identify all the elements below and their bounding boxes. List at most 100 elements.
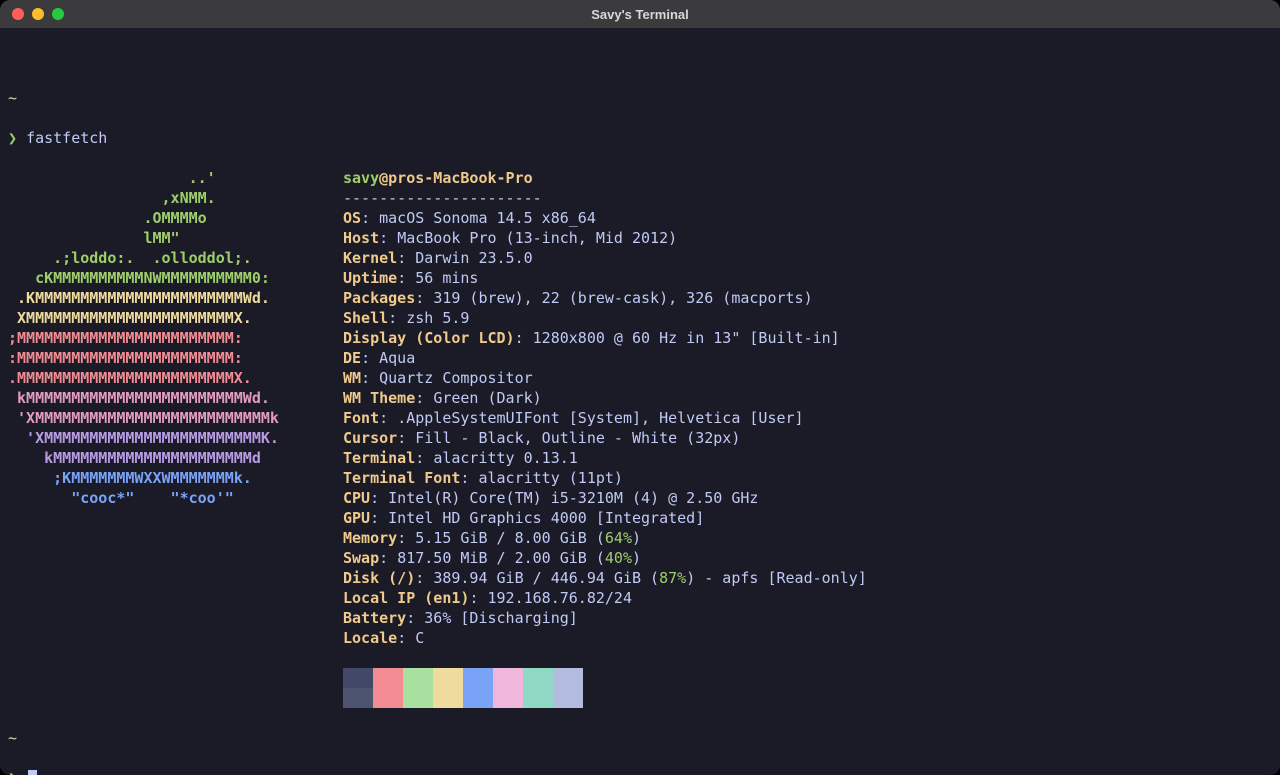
color-swatch: [343, 688, 373, 708]
info-colon: :: [361, 369, 379, 387]
info-row: Display (Color LCD): 1280x800 @ 60 Hz in…: [343, 328, 1272, 348]
color-swatch: [463, 668, 493, 688]
info-colon: :: [415, 449, 433, 467]
info-key: WM Theme: [343, 389, 415, 407]
info-row: OS: macOS Sonoma 14.5 x86_64: [343, 208, 1272, 228]
info-key: DE: [343, 349, 361, 367]
info-value: Intel(R) Core(TM) i5-3210M (4) @ 2.50 GH…: [388, 489, 758, 507]
info-key: CPU: [343, 489, 370, 507]
info-value: C: [415, 629, 424, 647]
hostname: pros-MacBook-Pro: [388, 169, 533, 187]
info-value: 1280x800 @ 60 Hz in 13" [Built-in]: [533, 329, 840, 347]
info-key: Shell: [343, 309, 388, 327]
minimize-button[interactable]: [32, 8, 44, 20]
info-colon: :: [388, 309, 406, 327]
at-symbol: @: [379, 169, 388, 187]
info-key: Memory: [343, 529, 397, 547]
info-value-pre: 389.94 GiB / 446.94 GiB (: [433, 569, 659, 587]
palette-row: [343, 688, 1272, 708]
info-row: Swap: 817.50 MiB / 2.00 GiB (40%): [343, 548, 1272, 568]
info-key: Uptime: [343, 269, 397, 287]
maximize-button[interactable]: [52, 8, 64, 20]
info-header: savy@pros-MacBook-Pro: [343, 168, 1272, 188]
close-button[interactable]: [12, 8, 24, 20]
info-colon: :: [415, 389, 433, 407]
info-colon: :: [370, 489, 388, 507]
info-value: Green (Dark): [433, 389, 541, 407]
color-swatch: [403, 688, 433, 708]
info-value: alacritty (11pt): [478, 469, 623, 487]
info-colon: :: [415, 569, 433, 587]
info-key: Font: [343, 409, 379, 427]
info-row: Terminal Font: alacritty (11pt): [343, 468, 1272, 488]
info-percent: 40%: [605, 549, 632, 567]
info-colon: :: [397, 429, 415, 447]
info-value: Aqua: [379, 349, 415, 367]
info-colon: :: [397, 249, 415, 267]
info-value: 56 mins: [415, 269, 478, 287]
ascii-logo-line: .;loddo:. .olloddol;.: [8, 248, 343, 268]
prompt-line-4: ❯: [8, 768, 1272, 775]
info-value: Darwin 23.5.0: [415, 249, 532, 267]
info-row: WM: Quartz Compositor: [343, 368, 1272, 388]
info-colon: :: [361, 349, 379, 367]
ascii-logo-line: .OMMMMo: [8, 208, 343, 228]
info-value: Quartz Compositor: [379, 369, 533, 387]
tilde: ~: [8, 89, 17, 107]
info-value: MacBook Pro (13-inch, Mid 2012): [397, 229, 677, 247]
info-value: .AppleSystemUIFont [System], Helvetica […: [397, 409, 803, 427]
info-value-pre: 5.15 GiB / 8.00 GiB (: [415, 529, 605, 547]
info-row: Cursor: Fill - Black, Outline - White (3…: [343, 428, 1272, 448]
ascii-logo-line: kMMMMMMMMMMMMMMMMMMMMMMMMWd.: [8, 388, 343, 408]
info-value: Intel HD Graphics 4000 [Integrated]: [388, 509, 704, 527]
color-swatch: [553, 668, 583, 688]
info-colon: :: [406, 609, 424, 627]
ascii-logo-line: .MMMMMMMMMMMMMMMMMMMMMMMMX.: [8, 368, 343, 388]
terminal-window: Savy's Terminal ~ ❯ fastfetch ..' ,xNMM.…: [0, 0, 1280, 775]
ascii-logo-line: "cooc*" "*coo'": [8, 488, 343, 508]
info-row: CPU: Intel(R) Core(TM) i5-3210M (4) @ 2.…: [343, 488, 1272, 508]
info-colon: :: [379, 229, 397, 247]
color-swatch: [433, 688, 463, 708]
info-colon: :: [379, 549, 397, 567]
info-value: macOS Sonoma 14.5 x86_64: [379, 209, 596, 227]
info-row: Packages: 319 (brew), 22 (brew-cask), 32…: [343, 288, 1272, 308]
info-percent: 87%: [659, 569, 686, 587]
info-value-post: ): [632, 549, 641, 567]
ascii-logo: ..' ,xNMM. .OMMMMo lMM" .;loddo:. .ollod…: [8, 168, 343, 708]
info-value-post: ) - apfs [Read-only]: [686, 569, 867, 587]
info-key: Host: [343, 229, 379, 247]
color-swatch: [463, 688, 493, 708]
info-row: Local IP (en1): 192.168.76.82/24: [343, 588, 1272, 608]
ascii-logo-line: 'XMMMMMMMMMMMMMMMMMMMMMMMMMMk: [8, 408, 343, 428]
info-key: Display (Color LCD): [343, 329, 515, 347]
color-swatch: [553, 688, 583, 708]
titlebar[interactable]: Savy's Terminal: [0, 0, 1280, 28]
fastfetch-output: ..' ,xNMM. .OMMMMo lMM" .;loddo:. .ollod…: [8, 168, 1272, 708]
color-swatch: [403, 668, 433, 688]
cursor-block: [28, 770, 37, 775]
info-row: GPU: Intel HD Graphics 4000 [Integrated]: [343, 508, 1272, 528]
info-value: 319 (brew), 22 (brew-cask), 326 (macport…: [433, 289, 812, 307]
prompt-line-2: ❯ fastfetch: [8, 128, 1272, 148]
info-key: GPU: [343, 509, 370, 527]
info-key: Terminal: [343, 449, 415, 467]
info-value-post: ): [632, 529, 641, 547]
color-swatch: [373, 668, 403, 688]
info-colon: :: [460, 469, 478, 487]
system-info: savy@pros-MacBook-Pro-------------------…: [343, 168, 1272, 708]
prompt-line-3: ~: [8, 728, 1272, 748]
info-row: Host: MacBook Pro (13-inch, Mid 2012): [343, 228, 1272, 248]
color-palette: [343, 668, 1272, 708]
info-row: Kernel: Darwin 23.5.0: [343, 248, 1272, 268]
terminal-body[interactable]: ~ ❯ fastfetch ..' ,xNMM. .OMMMMo lMM" .;…: [0, 28, 1280, 775]
info-row: Terminal: alacritty 0.13.1: [343, 448, 1272, 468]
color-swatch: [343, 668, 373, 688]
info-value: 192.168.76.82/24: [488, 589, 633, 607]
info-value: Fill - Black, Outline - White (32px): [415, 429, 740, 447]
ascii-logo-line: XMMMMMMMMMMMMMMMMMMMMMMMX.: [8, 308, 343, 328]
traffic-lights: [12, 8, 64, 20]
ascii-logo-line: ,xNMM.: [8, 188, 343, 208]
ascii-logo-line: cKMMMMMMMMMMNWMMMMMMMMMM0:: [8, 268, 343, 288]
color-swatch: [493, 688, 523, 708]
